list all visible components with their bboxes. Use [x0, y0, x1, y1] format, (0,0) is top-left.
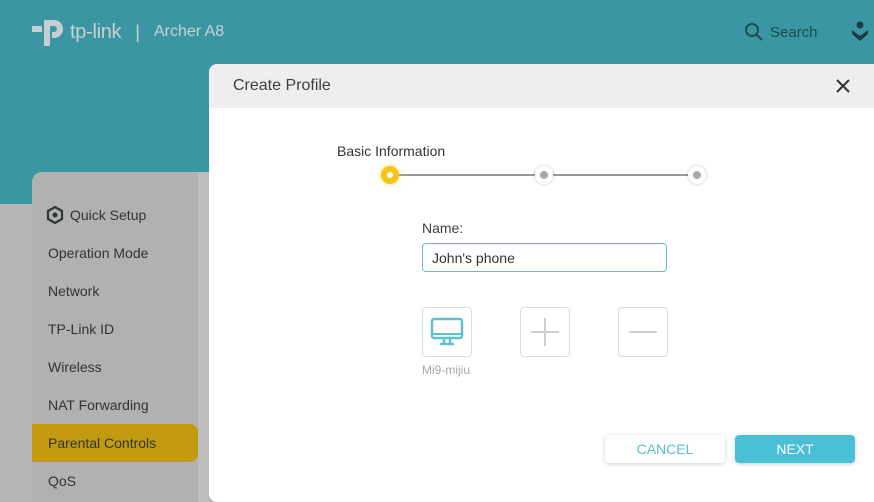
next-button[interactable]: NEXT	[735, 435, 855, 463]
create-profile-dialog: Create Profile Basic Information Name: M…	[209, 64, 874, 502]
brand-name: tp-link	[70, 20, 122, 43]
model-name: Archer A8	[153, 23, 225, 40]
brand-logo[interactable]: tp-link | Archer A8	[30, 14, 224, 50]
add-device-button[interactable]	[520, 307, 570, 357]
sidebar-item-parental-controls[interactable]: Parental Controls	[32, 424, 198, 462]
step-3-indicator	[688, 166, 706, 184]
tp-link-logo-icon	[32, 20, 63, 46]
sidebar-item-label: Operation Mode	[48, 245, 149, 261]
stepper-connector	[390, 174, 544, 176]
search-icon	[745, 23, 763, 41]
sidebar-item-label: Parental Controls	[48, 435, 157, 451]
sidebar-item-label: NAT Forwarding	[48, 397, 149, 413]
step-1-indicator	[381, 166, 399, 184]
close-icon[interactable]	[833, 76, 853, 96]
sidebar-item-network[interactable]: Network	[32, 272, 198, 310]
sidebar-item-label: Wireless	[48, 359, 102, 375]
sidebar-item-label: QoS	[48, 473, 77, 489]
sidebar-nav: Quick Setup Operation Mode Network TP-Li…	[32, 172, 198, 502]
sidebar-item-label: Network	[48, 283, 100, 299]
sidebar-item-label: Quick Setup	[70, 207, 147, 223]
desktop-icon	[430, 317, 464, 346]
sidebar-item-operation-mode[interactable]: Operation Mode	[32, 234, 198, 272]
dialog-header: Create Profile	[209, 64, 874, 108]
sidebar-item-nat-forwarding[interactable]: NAT Forwarding	[32, 386, 198, 424]
plus-icon	[531, 318, 559, 346]
device-tile[interactable]	[422, 307, 472, 357]
step-label: Basic Information	[337, 143, 446, 159]
name-input[interactable]	[422, 243, 667, 272]
sidebar-divider	[198, 172, 209, 502]
name-label: Name:	[422, 220, 464, 236]
step-2-indicator	[535, 166, 553, 184]
sidebar-item-tp-link-id[interactable]: TP-Link ID	[32, 310, 198, 348]
search-label: Search	[770, 23, 818, 41]
search-button[interactable]: Search	[744, 22, 818, 42]
brand-separator: |	[135, 21, 140, 42]
gear-icon	[46, 206, 64, 224]
sidebar-item-label: TP-Link ID	[48, 321, 115, 337]
sidebar-item-quick-setup[interactable]: Quick Setup	[32, 196, 198, 234]
remove-device-button[interactable]	[618, 307, 668, 357]
user-account-icon[interactable]	[850, 20, 870, 44]
stepper-connector	[544, 174, 697, 176]
device-name: Mi9-mijiu	[422, 363, 470, 377]
sidebar-item-wireless[interactable]: Wireless	[32, 348, 198, 386]
dialog-title: Create Profile	[233, 77, 331, 94]
cancel-button[interactable]: CANCEL	[605, 435, 725, 463]
sidebar-item-qos[interactable]: QoS	[32, 462, 198, 500]
minus-icon	[629, 331, 657, 333]
